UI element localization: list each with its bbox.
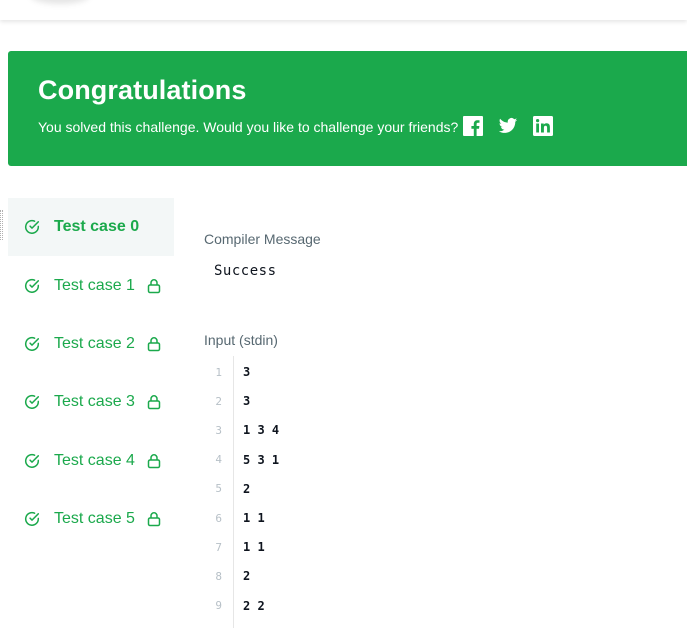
banner-subtitle: You solved this challenge. Would you lik… <box>38 119 459 135</box>
line-content: 5 3 1 <box>243 452 280 467</box>
line-content: 3 <box>243 365 251 379</box>
lock-icon <box>147 511 161 527</box>
test-case-label: Test case 0 <box>54 218 140 236</box>
test-case-tab-1[interactable]: Test case 1 <box>8 256 174 314</box>
line-content: 1 1 <box>243 511 265 525</box>
facebook-share-button[interactable] <box>463 116 483 136</box>
line-content: 1 3 4 <box>243 423 280 438</box>
twitter-icon <box>498 116 518 136</box>
line-number: 8 <box>215 569 222 583</box>
code-line: 9 2 2 <box>204 596 504 616</box>
panel-resize-handle[interactable] <box>0 210 3 240</box>
test-case-tab-2[interactable]: Test case 2 <box>8 315 174 373</box>
lock-icon <box>147 336 161 352</box>
line-number: 1 <box>215 365 222 379</box>
lock-icon <box>147 394 161 410</box>
test-case-label: Test case 4 <box>54 451 135 469</box>
check-circle-icon <box>24 219 40 235</box>
line-content: 2 <box>243 481 251 496</box>
code-line: 7 1 1 <box>204 537 504 557</box>
lock-icon <box>147 278 161 294</box>
code-line: 4 5 3 1 <box>204 450 504 470</box>
test-case-tab-4[interactable]: Test case 4 <box>8 432 174 490</box>
compiler-message-label: Compiler Message <box>204 231 321 247</box>
check-circle-icon <box>24 278 40 294</box>
test-case-tab-3[interactable]: Test case 3 <box>8 373 174 431</box>
line-number: 5 <box>215 482 222 496</box>
header-avatar <box>30 0 90 4</box>
code-line: 6 1 1 <box>204 508 504 528</box>
code-line: 8 2 <box>204 566 504 586</box>
twitter-share-button[interactable] <box>498 116 518 136</box>
banner-title: Congratulations <box>38 75 247 105</box>
check-circle-icon <box>24 336 40 352</box>
code-line: 1 3 <box>204 362 504 382</box>
line-number: 4 <box>215 453 222 467</box>
test-case-tab-0[interactable]: Test case 0 <box>8 198 174 257</box>
check-circle-icon <box>24 453 40 469</box>
line-content: 3 <box>243 394 251 409</box>
check-circle-icon <box>24 511 40 527</box>
test-case-label: Test case 5 <box>54 510 135 528</box>
top-header-bar <box>0 0 687 20</box>
test-case-list: Test case 0 Test case 1 Test case 2 Test… <box>8 198 174 548</box>
line-number: 3 <box>215 423 222 437</box>
lock-icon <box>147 453 161 469</box>
code-line: 5 2 <box>204 479 504 499</box>
test-case-label: Test case 3 <box>54 393 135 411</box>
line-number: 6 <box>215 511 222 525</box>
code-line: 3 1 3 4 <box>204 420 504 440</box>
line-content: 2 <box>243 569 251 584</box>
linkedin-share-button[interactable] <box>533 116 553 136</box>
facebook-icon <box>463 116 483 136</box>
line-content: 2 2 <box>243 598 265 613</box>
line-number: 2 <box>215 394 222 408</box>
check-circle-icon <box>24 394 40 410</box>
test-case-label: Test case 2 <box>54 334 135 352</box>
test-case-label: Test case 1 <box>54 276 135 294</box>
stdin-code-block: 1 3 2 3 3 1 3 4 4 5 3 1 5 2 6 1 1 7 1 1 … <box>204 356 504 628</box>
congratulations-banner: Congratulations You solved this challeng… <box>8 51 687 166</box>
input-stdin-label: Input (stdin) <box>204 332 278 348</box>
line-number: 9 <box>215 599 222 613</box>
compiler-message-text: Success <box>214 263 277 279</box>
code-line: 2 3 <box>204 391 504 411</box>
test-case-tab-5[interactable]: Test case 5 <box>8 490 174 548</box>
line-content: 1 1 <box>243 540 265 555</box>
linkedin-icon <box>533 116 553 136</box>
line-number: 7 <box>215 540 222 554</box>
